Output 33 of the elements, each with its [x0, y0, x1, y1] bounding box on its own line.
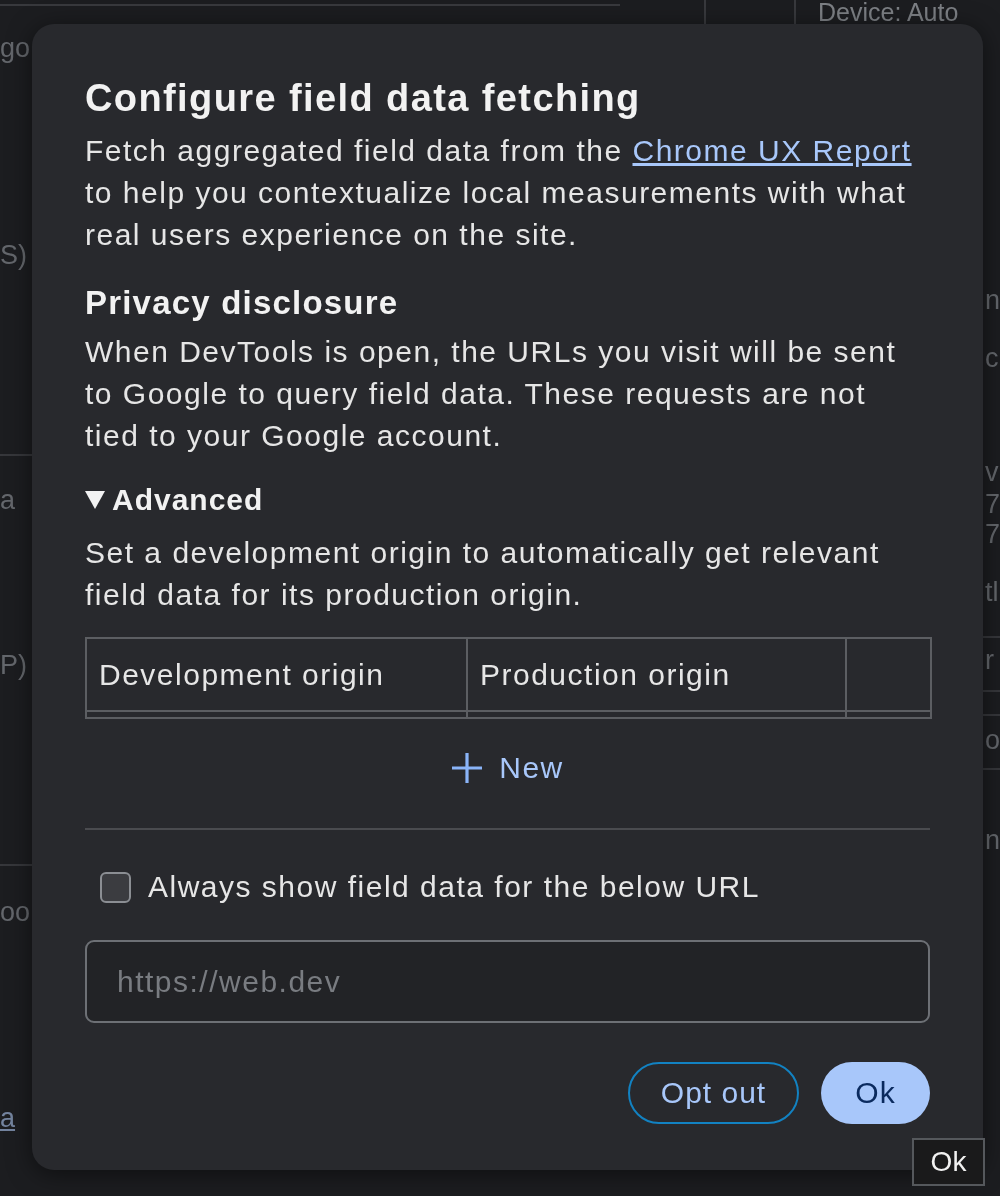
background-text: a	[0, 486, 16, 514]
background-text: tl	[985, 578, 999, 606]
background-text: o	[985, 726, 1000, 754]
privacy-heading: Privacy disclosure	[85, 283, 399, 323]
column-header: Production origin	[467, 638, 846, 711]
background-text: r	[985, 646, 994, 674]
opt-out-button[interactable]: Opt out	[628, 1062, 799, 1124]
intro-text: Fetch aggregated field data from the Chrome UX Report to help you contextualize local measurements with what real users experience on the site.	[85, 133, 913, 253]
background-text: n	[985, 826, 1000, 854]
column-header: Development origin	[86, 638, 467, 711]
background-text: 7	[985, 520, 1000, 548]
background-link[interactable]: a	[0, 1104, 16, 1132]
url-field[interactable]: https://web.dev	[85, 940, 930, 1023]
dialog-title: Configure field data fetching	[85, 76, 641, 121]
advanced-toggle[interactable]: Advanced	[85, 480, 264, 520]
device-label: Device: Auto	[818, 0, 959, 24]
tooltip: Ok	[912, 1138, 985, 1186]
background-text: S)	[0, 241, 27, 269]
new-button[interactable]: New	[445, 743, 570, 793]
background-text: P)	[0, 651, 27, 679]
background-text: v	[985, 458, 999, 486]
plus-icon	[451, 752, 484, 784]
checkbox[interactable]	[100, 871, 131, 903]
background-text: n	[985, 286, 1000, 314]
background-text: c	[985, 344, 999, 372]
background-text: oo	[0, 898, 31, 926]
report-link[interactable]: Chrome UX Report	[632, 134, 912, 167]
advanced-text: Set a development origin to automatically get relevant field data for its production origin.	[85, 535, 881, 613]
ok-button[interactable]: Ok	[821, 1062, 930, 1124]
background-text: 7	[985, 490, 1000, 518]
background-text: go	[0, 34, 31, 62]
privacy-text: When DevTools is open, the URLs you visit will be sent to Google to query field data. These requests are not tied to your Google account.	[85, 334, 898, 454]
checkbox-label: Always show field data for the below URL	[148, 870, 760, 904]
